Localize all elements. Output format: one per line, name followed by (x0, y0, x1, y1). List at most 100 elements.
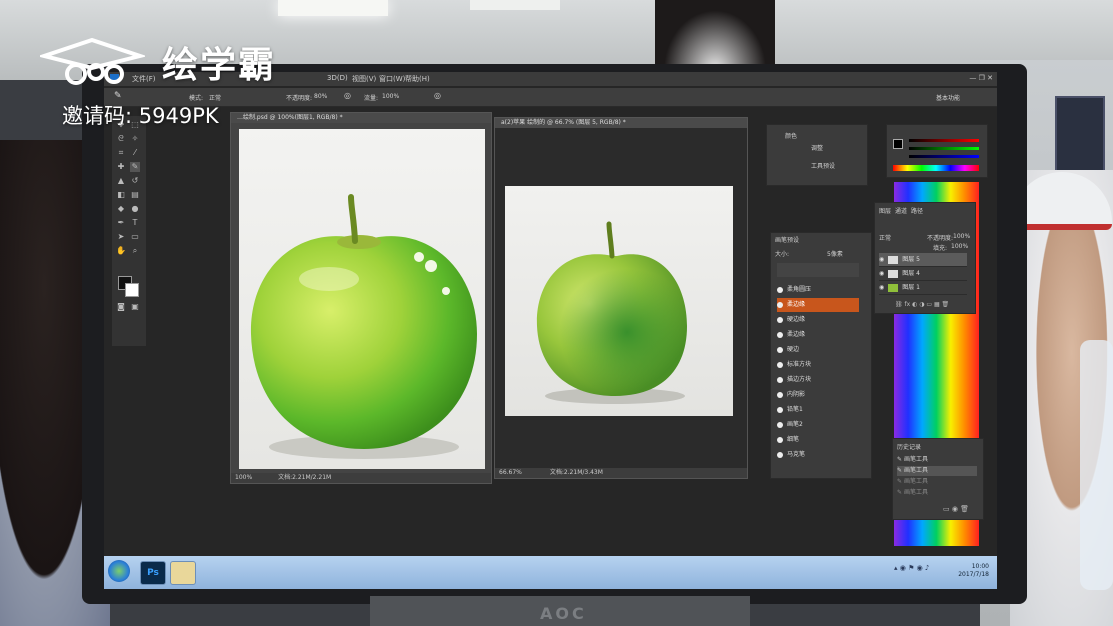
fill-label: 填充: (933, 245, 948, 252)
history-item[interactable]: ✎ 画笔工具 (897, 477, 977, 487)
pressure-size-icon[interactable]: ◎ (434, 91, 441, 100)
brush-preset-item[interactable]: 柔边缘 (777, 328, 859, 342)
history-item-selected[interactable]: ✎ 画笔工具 (897, 466, 977, 476)
green-slider[interactable] (909, 147, 979, 150)
water-bottle (1080, 340, 1113, 590)
foreground-swatch[interactable] (893, 139, 903, 149)
red-slider[interactable] (909, 139, 979, 142)
watermark-brand: 绘学霸 (162, 45, 277, 86)
document-window-1[interactable]: …绘制.psd @ 100%(图层1, RGB/8) * 100% 文档:2.2… (230, 112, 492, 484)
menu-window[interactable]: 窗口(W) (379, 74, 405, 84)
eye-icon[interactable]: ◉ (879, 284, 884, 291)
history-item[interactable]: ✎ 画笔工具 (897, 455, 977, 465)
zoom-tool-icon[interactable]: ⌕ (130, 246, 140, 256)
quick-mask-icon[interactable]: ◙ (116, 302, 126, 312)
brush-preset-item[interactable]: 铅笔1 (777, 403, 859, 417)
taskbar-photoshop[interactable]: Ps (140, 561, 166, 585)
panel-adjustments[interactable]: 调整 (811, 143, 823, 152)
zoom-level[interactable]: 100% (235, 474, 252, 481)
blur-tool-icon[interactable]: ◆ (116, 204, 126, 214)
layer-row-selected[interactable]: ◉ 图层 5 (879, 253, 967, 267)
flow-input[interactable]: 100% (382, 93, 399, 100)
type-tool-icon[interactable]: T (130, 218, 140, 228)
brush-tip-strip[interactable] (777, 263, 859, 277)
color-panel (886, 124, 988, 178)
screen-mode-icon[interactable]: ▣ (130, 302, 140, 312)
history-brush-icon[interactable]: ↺ (130, 176, 140, 186)
eye-icon[interactable]: ◉ (879, 256, 884, 263)
history-actions[interactable]: ▭ ◉ 🗑 (943, 505, 969, 513)
doc-size: 文档:2.21M/2.21M (278, 474, 332, 481)
pen-tool-icon[interactable]: ✒ (116, 218, 126, 228)
menu-help[interactable]: 帮助(H) (405, 74, 430, 84)
tray-icons[interactable]: ▴ ◉ ⚑ ◉ ♪ (894, 564, 929, 572)
menu-3d[interactable]: 3D(D) (327, 74, 348, 82)
dodge-tool-icon[interactable]: ● (130, 204, 140, 214)
background-color-swatch[interactable] (125, 283, 139, 297)
tab-layers[interactable]: 图层 (879, 206, 891, 215)
history-panel: 历史记录 ✎ 画笔工具 ✎ 画笔工具 ✎ 画笔工具 ✎ 画笔工具 ▭ ◉ 🗑 (892, 438, 984, 520)
brush-preset-item[interactable]: 马克笔 (777, 448, 859, 462)
canvas-painted-apple[interactable] (505, 186, 733, 416)
window-controls[interactable]: — ❐ ✕ (969, 74, 993, 82)
panel-tool-presets[interactable]: 工具预设 (811, 161, 835, 170)
fill-input[interactable]: 100% (951, 243, 968, 250)
crop-tool-icon[interactable]: ⌗ (116, 148, 126, 158)
layer-opacity-input[interactable]: 100% (953, 233, 970, 240)
brush-presets-panel: 画笔预设 大小: 5像素 柔角圆压 柔边缘 硬边缘 柔边缘 硬边 标准方块 描边… (770, 232, 872, 479)
history-item[interactable]: ✎ 画笔工具 (897, 488, 977, 498)
brush-preset-item-selected[interactable]: 柔边缘 (777, 298, 859, 312)
stamp-tool-icon[interactable]: ▲ (116, 176, 126, 186)
panel-color[interactable]: 颜色 (785, 131, 797, 140)
brush-preset-item[interactable]: 柔角圆压 (777, 283, 859, 297)
zoom-level[interactable]: 66.67% (499, 469, 522, 476)
shape-tool-icon[interactable]: ▭ (130, 232, 140, 242)
path-select-icon[interactable]: ➤ (116, 232, 126, 242)
flow-label: 流量: (364, 95, 379, 102)
lasso-tool-icon[interactable]: ᘓ (116, 134, 126, 144)
document-tab[interactable]: a(2)苹果 绘制的 @ 66.7% (图层 5, RGB/8) * (495, 118, 747, 128)
layer-row[interactable]: ◉ 图层 4 (879, 267, 967, 281)
layer-row[interactable]: ◉ 图层 1 (879, 281, 967, 295)
brush-preset-item[interactable]: 内阴影 (777, 388, 859, 402)
layer-actions[interactable]: ⛓ fx ◐ ◑ ▭ ▦ 🗑 (895, 301, 949, 308)
document-tab[interactable]: …绘制.psd @ 100%(图层1, RGB/8) * (231, 113, 491, 123)
workspace-select[interactable]: 基本功能 (936, 93, 960, 102)
brush-preset-item[interactable]: 标准方块 (777, 358, 859, 372)
tab-paths[interactable]: 路径 (911, 206, 923, 215)
eye-icon[interactable]: ◉ (879, 270, 884, 277)
status-bar: 100% 文档:2.21M/2.21M (231, 473, 491, 483)
blue-slider[interactable] (909, 155, 979, 158)
pressure-opacity-icon[interactable]: ◎ (344, 91, 351, 100)
tab-channels[interactable]: 通道 (895, 206, 907, 215)
start-button[interactable] (108, 560, 130, 582)
color-spectrum[interactable] (893, 165, 979, 171)
eraser-tool-icon[interactable]: ◧ (116, 190, 126, 200)
eyedropper-icon[interactable]: ⁄ (130, 148, 140, 158)
opacity-input[interactable]: 80% (314, 93, 327, 100)
ceiling-light (470, 0, 560, 10)
brush-preset-item[interactable]: 描边方块 (777, 373, 859, 387)
tools-panel: ✥ ⬚ ᘓ ✧ ⌗ ⁄ ✚ ✎ ▲ ↺ ◧ ▤ ◆ ● ✒ T ➤ ▭ ✋ ⌕ … (112, 116, 146, 346)
taskbar-folder-icon[interactable] (170, 561, 196, 585)
monitor-brand: AOC (540, 604, 587, 623)
brush-presets-title[interactable]: 画笔预设 (775, 235, 799, 244)
history-title[interactable]: 历史记录 (897, 442, 921, 451)
menu-view[interactable]: 视图(V) (352, 74, 376, 84)
brush-preset-item[interactable]: 细笔 (777, 433, 859, 447)
brush-size-value[interactable]: 5像素 (827, 249, 843, 258)
painted-apple-image (536, 221, 687, 404)
brush-tool-icon[interactable]: ✎ (130, 162, 140, 172)
magic-wand-icon[interactable]: ✧ (130, 134, 140, 144)
doc-size: 文档:2.21M/3.43M (549, 469, 603, 476)
system-clock[interactable]: 10:00 2017/7/18 (958, 563, 989, 579)
gradient-tool-icon[interactable]: ▤ (130, 190, 140, 200)
healing-brush-icon[interactable]: ✚ (116, 162, 126, 172)
canvas-reference-apple[interactable] (239, 129, 485, 469)
document-window-2[interactable]: a(2)苹果 绘制的 @ 66.7% (图层 5, RGB/8) * 66.67… (494, 117, 748, 479)
hand-tool-icon[interactable]: ✋ (116, 246, 126, 256)
brush-preset-item[interactable]: 画笔2 (777, 418, 859, 432)
brush-preset-item[interactable]: 硬边缘 (777, 313, 859, 327)
brush-preset-item[interactable]: 硬边 (777, 343, 859, 357)
blend-mode-select[interactable]: 正常 (879, 233, 891, 242)
